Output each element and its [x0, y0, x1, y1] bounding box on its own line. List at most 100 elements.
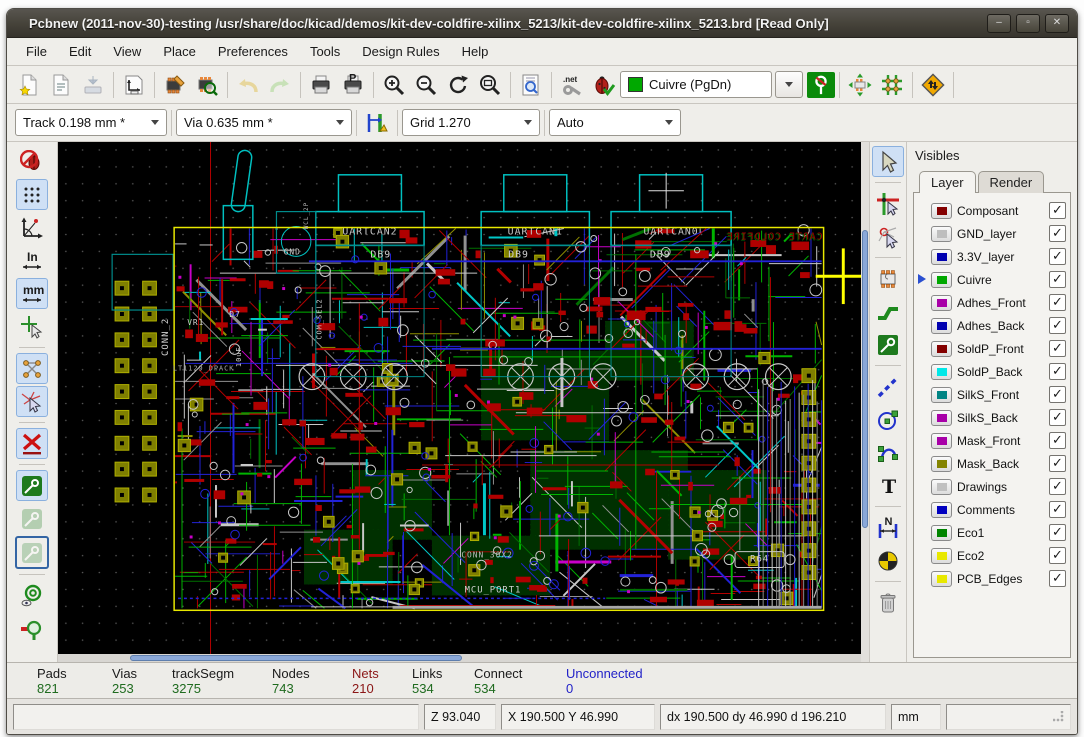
- menu-place[interactable]: Place: [152, 40, 207, 63]
- zoom-fit-button[interactable]: [474, 70, 506, 100]
- titlebar[interactable]: Pcbnew (2011-nov-30)-testing /usr/share/…: [7, 9, 1077, 38]
- highlight-net-button[interactable]: [872, 188, 904, 219]
- polar-coords-button[interactable]: [16, 212, 48, 243]
- add-graphic-circle-button[interactable]: [872, 404, 904, 435]
- layer-visibility-checkbox[interactable]: ✓: [1049, 501, 1066, 518]
- layer-row-silks_front[interactable]: SilkS_Front ✓: [918, 383, 1066, 406]
- tab-render[interactable]: Render: [977, 171, 1045, 193]
- add-text-button[interactable]: T: [872, 470, 904, 501]
- layer-color-swatch[interactable]: [931, 386, 952, 403]
- freeroute-button[interactable]: [917, 70, 949, 100]
- layer-color-swatch[interactable]: [931, 340, 952, 357]
- footprint-viewer-button[interactable]: [191, 70, 223, 100]
- new-board-button[interactable]: [13, 70, 45, 100]
- zoom-out-button[interactable]: [410, 70, 442, 100]
- layer-row-mask_front[interactable]: Mask_Front ✓: [918, 429, 1066, 452]
- redraw-button[interactable]: [442, 70, 474, 100]
- layer-color-swatch[interactable]: [931, 570, 952, 587]
- layer-row-mask_back[interactable]: Mask_Back ✓: [918, 452, 1066, 475]
- units-mm-button[interactable]: mm: [16, 278, 48, 309]
- add-zone-button[interactable]: [872, 329, 904, 360]
- layer-color-swatch[interactable]: [931, 317, 952, 334]
- menu-view[interactable]: View: [102, 40, 152, 63]
- layer-row-adhes_back[interactable]: Adhes_Back ✓: [918, 314, 1066, 337]
- open-board-button[interactable]: [45, 70, 77, 100]
- layer-color-swatch[interactable]: [931, 547, 952, 564]
- pcb-canvas[interactable]: UARTCAN2 UARTCAN1 UARTCAN0 DB9 DB9 DB9 GND CONN…: [58, 142, 861, 662]
- layer-row-comments[interactable]: Comments ✓: [918, 498, 1066, 521]
- layer-color-swatch[interactable]: [931, 455, 952, 472]
- layer-visibility-checkbox[interactable]: ✓: [1049, 271, 1066, 288]
- layer-row-eco2[interactable]: Eco2 ✓: [918, 544, 1066, 567]
- layer-visibility-checkbox[interactable]: ✓: [1049, 202, 1066, 219]
- ratsnest-mode-button[interactable]: [876, 70, 908, 100]
- layer-color-swatch[interactable]: [931, 363, 952, 380]
- vias-sketch-button[interactable]: [16, 580, 48, 611]
- close-button[interactable]: ✕: [1045, 13, 1069, 33]
- drc-off-button[interactable]: [16, 146, 48, 177]
- drc-button[interactable]: [588, 70, 620, 100]
- layer-visibility-checkbox[interactable]: ✓: [1049, 248, 1066, 265]
- layer-row-composant[interactable]: Composant ✓: [918, 199, 1066, 222]
- print-button[interactable]: [305, 70, 337, 100]
- layer-color-swatch[interactable]: [931, 294, 952, 311]
- layer-selector[interactable]: Cuivre (PgDn): [620, 71, 772, 98]
- save-board-button[interactable]: [77, 70, 109, 100]
- menu-help[interactable]: Help: [451, 40, 500, 63]
- plot-button[interactable]: P: [337, 70, 369, 100]
- layer-visibility-checkbox[interactable]: ✓: [1049, 547, 1066, 564]
- layer-row-eco1[interactable]: Eco1 ✓: [918, 521, 1066, 544]
- menu-preferences[interactable]: Preferences: [207, 40, 299, 63]
- layer-row-pcb_edges[interactable]: PCB_Edges ✓: [918, 567, 1066, 590]
- layer-selector-dropdown-button[interactable]: [775, 71, 803, 98]
- cursor-shape-button[interactable]: [16, 311, 48, 342]
- track-via-display-button[interactable]: [807, 71, 835, 98]
- netlist-button[interactable]: .net: [556, 70, 588, 100]
- zoom-selector[interactable]: Auto: [549, 109, 681, 136]
- layer-row-3.3v_layer[interactable]: 3.3V_layer ✓: [918, 245, 1066, 268]
- menu-edit[interactable]: Edit: [58, 40, 102, 63]
- auto-delete-off-button[interactable]: [16, 428, 48, 459]
- layer-color-swatch[interactable]: [931, 478, 952, 495]
- layer-visibility-checkbox[interactable]: ✓: [1049, 478, 1066, 495]
- add-graphic-arc-button[interactable]: [872, 437, 904, 468]
- delete-tool-button[interactable]: [872, 587, 904, 618]
- layer-visibility-checkbox[interactable]: ✓: [1049, 570, 1066, 587]
- move-footprint-button[interactable]: [844, 70, 876, 100]
- canvas-hscrollbar[interactable]: [58, 654, 861, 662]
- layer-visibility-checkbox[interactable]: ✓: [1049, 294, 1066, 311]
- layer-visibility-checkbox[interactable]: ✓: [1049, 455, 1066, 472]
- zones-outline-button[interactable]: [15, 536, 49, 569]
- layer-visibility-checkbox[interactable]: ✓: [1049, 317, 1066, 334]
- menu-file[interactable]: File: [15, 40, 58, 63]
- add-track-button[interactable]: [872, 296, 904, 327]
- tab-layer[interactable]: Layer: [919, 171, 976, 193]
- add-dimension-button[interactable]: N: [872, 512, 904, 543]
- layer-color-swatch[interactable]: [931, 409, 952, 426]
- redo-button[interactable]: [264, 70, 296, 100]
- layer-row-gnd_layer[interactable]: GND_layer ✓: [918, 222, 1066, 245]
- add-graphic-line-button[interactable]: [872, 371, 904, 402]
- zoom-in-button[interactable]: [378, 70, 410, 100]
- maximize-button[interactable]: ▫: [1016, 13, 1040, 33]
- vscroll-thumb[interactable]: [862, 230, 868, 528]
- layer-row-drawings[interactable]: Drawings ✓: [918, 475, 1066, 498]
- module-editor-button[interactable]: [159, 70, 191, 100]
- menu-design-rules[interactable]: Design Rules: [351, 40, 450, 63]
- add-target-button[interactable]: [872, 545, 904, 576]
- layer-color-swatch[interactable]: [931, 202, 952, 219]
- layer-color-swatch[interactable]: [931, 248, 952, 265]
- layer-row-adhes_front[interactable]: Adhes_Front ✓: [918, 291, 1066, 314]
- layer-visibility-checkbox[interactable]: ✓: [1049, 386, 1066, 403]
- select-tool-button[interactable]: [872, 146, 904, 177]
- via-size-selector[interactable]: Via 0.635 mm *: [176, 109, 352, 136]
- layer-color-swatch[interactable]: [931, 524, 952, 541]
- page-settings-button[interactable]: [118, 70, 150, 100]
- layer-row-silks_back[interactable]: SilkS_Back ✓: [918, 406, 1066, 429]
- menu-tools[interactable]: Tools: [299, 40, 351, 63]
- show-ratsnest-button[interactable]: [16, 353, 48, 384]
- minimize-button[interactable]: –: [987, 13, 1011, 33]
- track-width-selector[interactable]: Track 0.198 mm *: [15, 109, 167, 136]
- units-inches-button[interactable]: In: [16, 245, 48, 276]
- layer-color-swatch[interactable]: [931, 271, 952, 288]
